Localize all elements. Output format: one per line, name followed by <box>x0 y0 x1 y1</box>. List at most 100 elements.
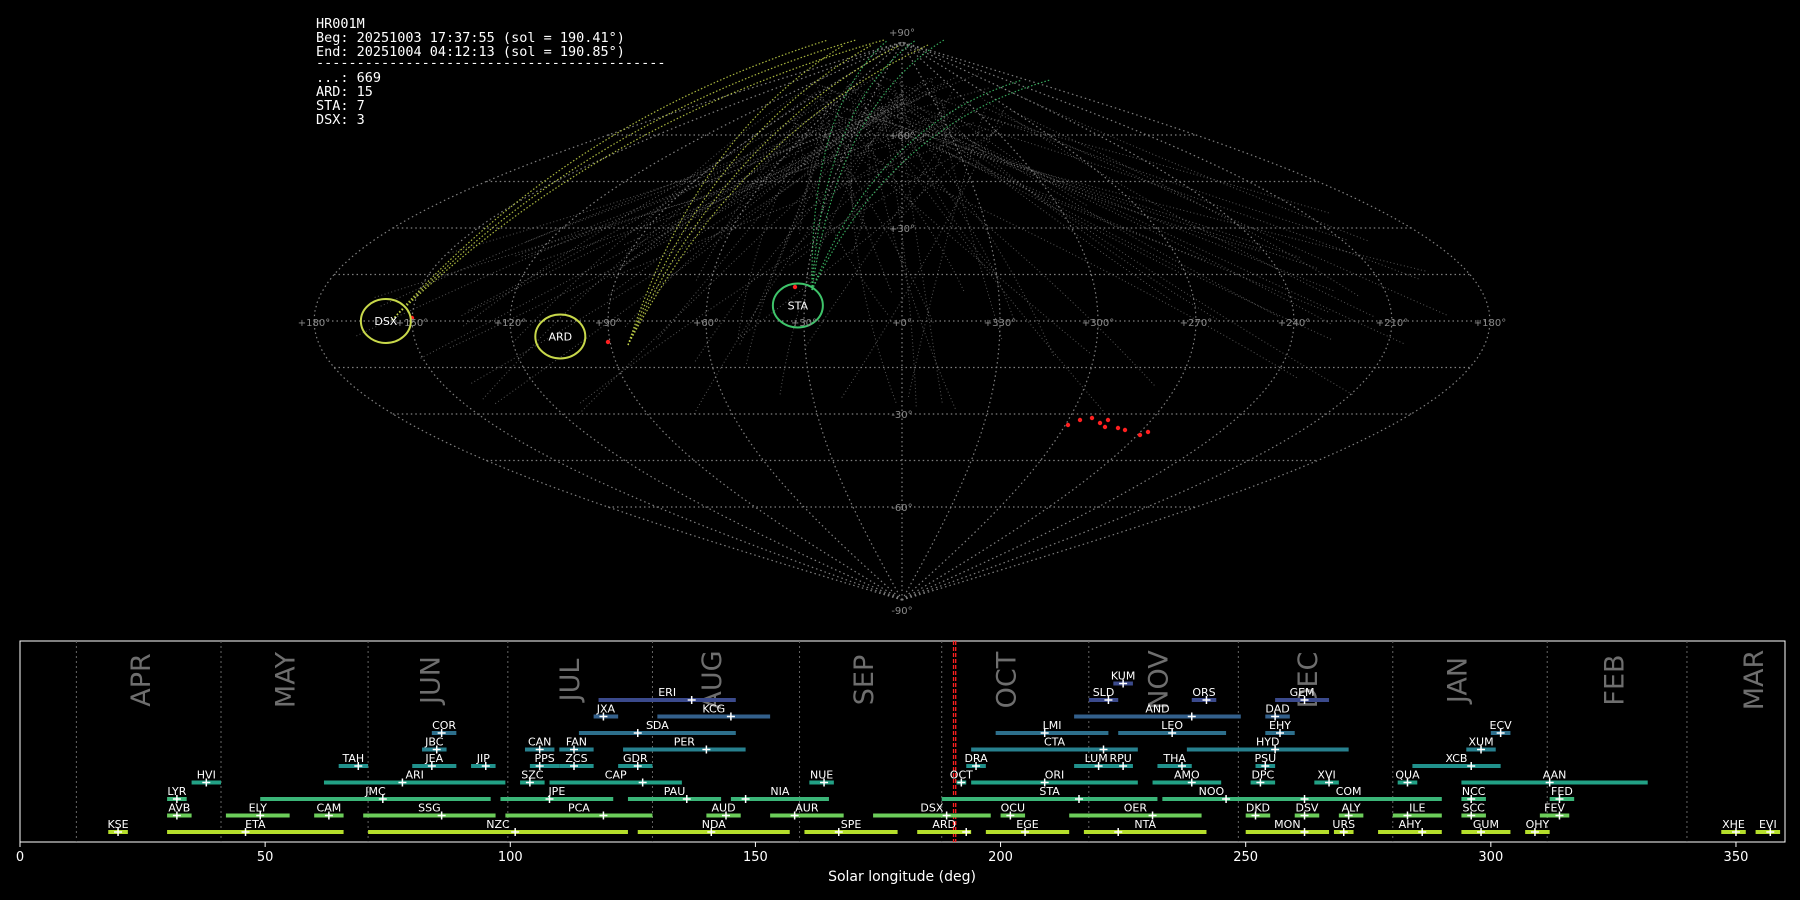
sporadic-track <box>623 83 945 246</box>
shower-label-zcs: ZCS <box>565 752 587 765</box>
month-label-oct: OCT <box>991 651 1022 708</box>
lon-tick-label: +300° <box>1082 318 1114 329</box>
shower-timeline: APR MAY JUN JUL AUG SEP OCT NOV DEC JAN FEB MAR KUM… <box>16 640 1786 885</box>
shower-label-kse: KSE <box>107 818 128 831</box>
shower-label-and: AND <box>1145 703 1169 716</box>
shower-label-rpu: RPU <box>1110 752 1132 765</box>
shower-label-oct: OCT <box>950 769 973 782</box>
info-panel: HR001M Beg: 20251003 17:37:55 (sol = 190.… <box>316 17 666 127</box>
shower-label-fev: FEV <box>1544 802 1565 815</box>
sporadic-track <box>626 126 860 254</box>
highlight-point <box>792 284 798 290</box>
shower-label-aur: AUR <box>795 802 819 815</box>
sporadic-track <box>810 81 1334 292</box>
shower-label-ile: ILE <box>1409 802 1425 815</box>
shower-label-lyr: LYR <box>167 785 186 798</box>
highlight-point <box>1115 425 1121 431</box>
shower-track <box>811 39 917 291</box>
sporadic-track <box>818 95 965 292</box>
sporadic-track <box>930 77 1003 340</box>
shower-label-dsx: DSX <box>920 802 943 815</box>
shower-label-jmc: JMC <box>364 785 386 798</box>
sporadic-track <box>907 107 986 398</box>
sporadic-track <box>851 117 1155 386</box>
shower-label-eta: ETA <box>245 818 266 831</box>
shower-label-nda: NDA <box>702 818 727 831</box>
shower-label-pau: PAU <box>664 785 686 798</box>
begin-time: Beg: 20251003 17:37:55 (sol = 190.41°) <box>316 30 625 46</box>
sporadic-track <box>899 77 995 271</box>
shower-label-per: PER <box>674 736 696 749</box>
sporadic-track <box>901 113 1331 325</box>
lon-tick-label: +150° <box>396 318 428 329</box>
shower-label-xvi: XVI <box>1317 769 1335 782</box>
shower-label-noo: NOO <box>1199 785 1225 798</box>
shower-label-jip: JIP <box>476 752 490 765</box>
lon-tick-label: +240° <box>1278 318 1310 329</box>
shower-label-cam: CAM <box>317 802 342 815</box>
sporadic-track <box>869 76 1353 396</box>
month-label-may: MAY <box>271 651 302 708</box>
sporadic-track <box>482 89 834 400</box>
sporadic-track <box>925 91 1087 206</box>
shower-label-hyd: HYD <box>1256 736 1279 749</box>
lon-tick-label: +0° <box>892 318 912 329</box>
shower-label-cta: CTA <box>1044 736 1066 749</box>
lat-tick-label: +60° <box>889 131 915 142</box>
shower-label-gem: GEM <box>1290 686 1315 699</box>
radiant-label-ard: ARD <box>548 331 572 344</box>
highlight-point <box>1102 424 1108 430</box>
sporadic-track <box>578 76 930 415</box>
sporadic-track <box>882 76 1347 241</box>
shower-label-jxa: JXA <box>596 703 616 716</box>
sporadic-track <box>893 81 943 403</box>
sporadic-track <box>739 127 828 345</box>
shower-label-gdr: GDR <box>623 752 648 765</box>
shower-label-cap: CAP <box>605 769 627 782</box>
highlight-point <box>1077 417 1083 423</box>
shower-label-ori: ORI <box>1045 769 1065 782</box>
month-label-jul: JUL <box>555 659 586 704</box>
sporadic-track <box>540 111 946 262</box>
shower-label-dpc: DPC <box>1251 769 1274 782</box>
shower-label-mon: MON <box>1274 818 1300 831</box>
shower-label-sda: SDA <box>646 719 669 732</box>
shower-label-kum: KUM <box>1111 670 1135 683</box>
shower-label-scc: SCC <box>1463 802 1486 815</box>
shower-label-urs: URS <box>1332 818 1355 831</box>
shower-label-ely: ELY <box>249 802 268 815</box>
sporadic-track <box>792 109 889 315</box>
sky-map: DSX ARD STA +180° +150° +120° +90° +60° +30° +0°… <box>298 28 1506 617</box>
shower-label-oer: OER <box>1124 802 1148 815</box>
shower-label-aan: AAN <box>1543 769 1567 782</box>
x-axis: 0 50 100 150 200 250 300 350 <box>16 842 1748 865</box>
shower-label-ege: EGE <box>1016 818 1038 831</box>
shower-label-ecv: ECV <box>1490 719 1513 732</box>
shower-label-xhe: XHE <box>1722 818 1745 831</box>
shower-label-ohy: OHY <box>1526 818 1550 831</box>
lon-tick-label: +330° <box>984 318 1016 329</box>
shower-label-jbc: JBC <box>424 736 444 749</box>
station-code: HR001M <box>316 16 365 32</box>
x-tick-label: 0 <box>16 850 24 865</box>
lat-tick-label: +90° <box>889 28 915 39</box>
sporadic-track <box>579 129 999 404</box>
shower-label-ari: ARI <box>405 769 423 782</box>
shower-label-spe: SPE <box>841 818 862 831</box>
lon-tick-label: +180° <box>298 318 330 329</box>
lat-tick-label: -60° <box>891 503 912 514</box>
shower-label-nue: NUE <box>810 769 833 782</box>
shower-label-hvi: HVI <box>197 769 216 782</box>
shower-label-dsv: DSV <box>1295 802 1318 815</box>
sporadic-track <box>888 87 1278 317</box>
sporadic-track <box>981 98 1374 317</box>
end-time: End: 20251004 04:12:13 (sol = 190.85°) <box>316 44 625 60</box>
shower-label-dad: DAD <box>1265 703 1289 716</box>
sporadic-track <box>983 106 1447 316</box>
highlight-point <box>1097 420 1103 426</box>
radiant-label-sta: STA <box>788 300 809 313</box>
shower-label-leo: LEO <box>1161 719 1183 732</box>
lon-tick-label: +60° <box>693 318 719 329</box>
highlight-point <box>1089 415 1095 421</box>
sporadic-track <box>779 86 907 395</box>
